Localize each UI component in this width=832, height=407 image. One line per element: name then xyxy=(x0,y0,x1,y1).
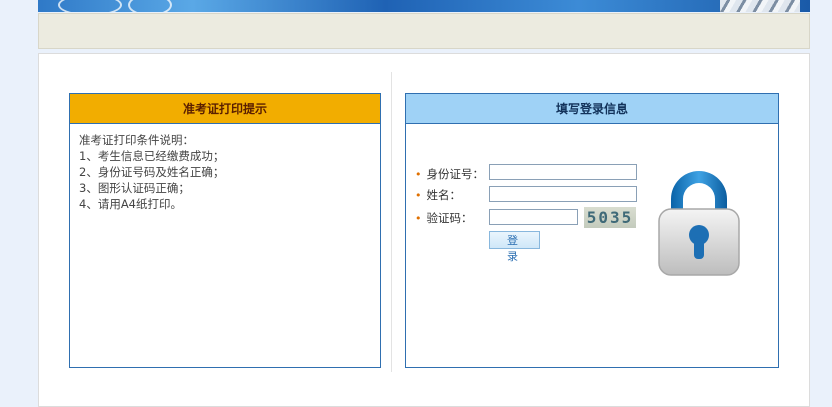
name-row: • 姓名： xyxy=(415,186,461,204)
login-button[interactable]: 登 录 xyxy=(489,231,540,263)
bullet-icon: • xyxy=(415,188,422,202)
banner-swoosh xyxy=(58,0,122,12)
notice-line: 3、图形认证码正确； xyxy=(79,181,190,195)
header-banner xyxy=(38,0,810,12)
notice-line: 2、身份证号码及姓名正确； xyxy=(79,165,225,179)
bullet-icon: • xyxy=(415,211,422,225)
login-panel-title: 填写登录信息 xyxy=(406,94,778,124)
print-notice-panel: 准考证打印提示 准考证打印条件说明： 1、考生信息已经缴费成功； 2、身份证号码… xyxy=(69,93,381,368)
id-number-input[interactable] xyxy=(489,164,637,180)
id-number-row: • 身份证号： xyxy=(415,165,484,183)
captcha-row: • 验证码： xyxy=(415,209,473,227)
captcha-input[interactable] xyxy=(489,209,578,225)
bullet-icon: • xyxy=(415,167,422,181)
column-divider xyxy=(391,72,392,372)
banner-decoration xyxy=(720,0,800,12)
notice-line: 4、请用A4纸打印。 xyxy=(79,197,182,211)
notice-line: 准考证打印条件说明： xyxy=(79,133,194,147)
id-number-label: 身份证号： xyxy=(426,167,485,181)
lock-icon xyxy=(658,171,740,276)
banner-swoosh xyxy=(128,0,172,12)
print-notice-list: 准考证打印条件说明： 1、考生信息已经缴费成功； 2、身份证号码及姓名正确； 3… xyxy=(70,124,380,220)
name-label: 姓名： xyxy=(426,188,462,202)
notice-line: 1、考生信息已经缴费成功； xyxy=(79,149,225,163)
print-notice-title: 准考证打印提示 xyxy=(70,94,380,124)
captcha-image[interactable]: 5035 xyxy=(584,207,636,228)
name-input[interactable] xyxy=(489,186,637,202)
nav-bar xyxy=(38,13,810,49)
captcha-label: 验证码： xyxy=(426,211,473,225)
